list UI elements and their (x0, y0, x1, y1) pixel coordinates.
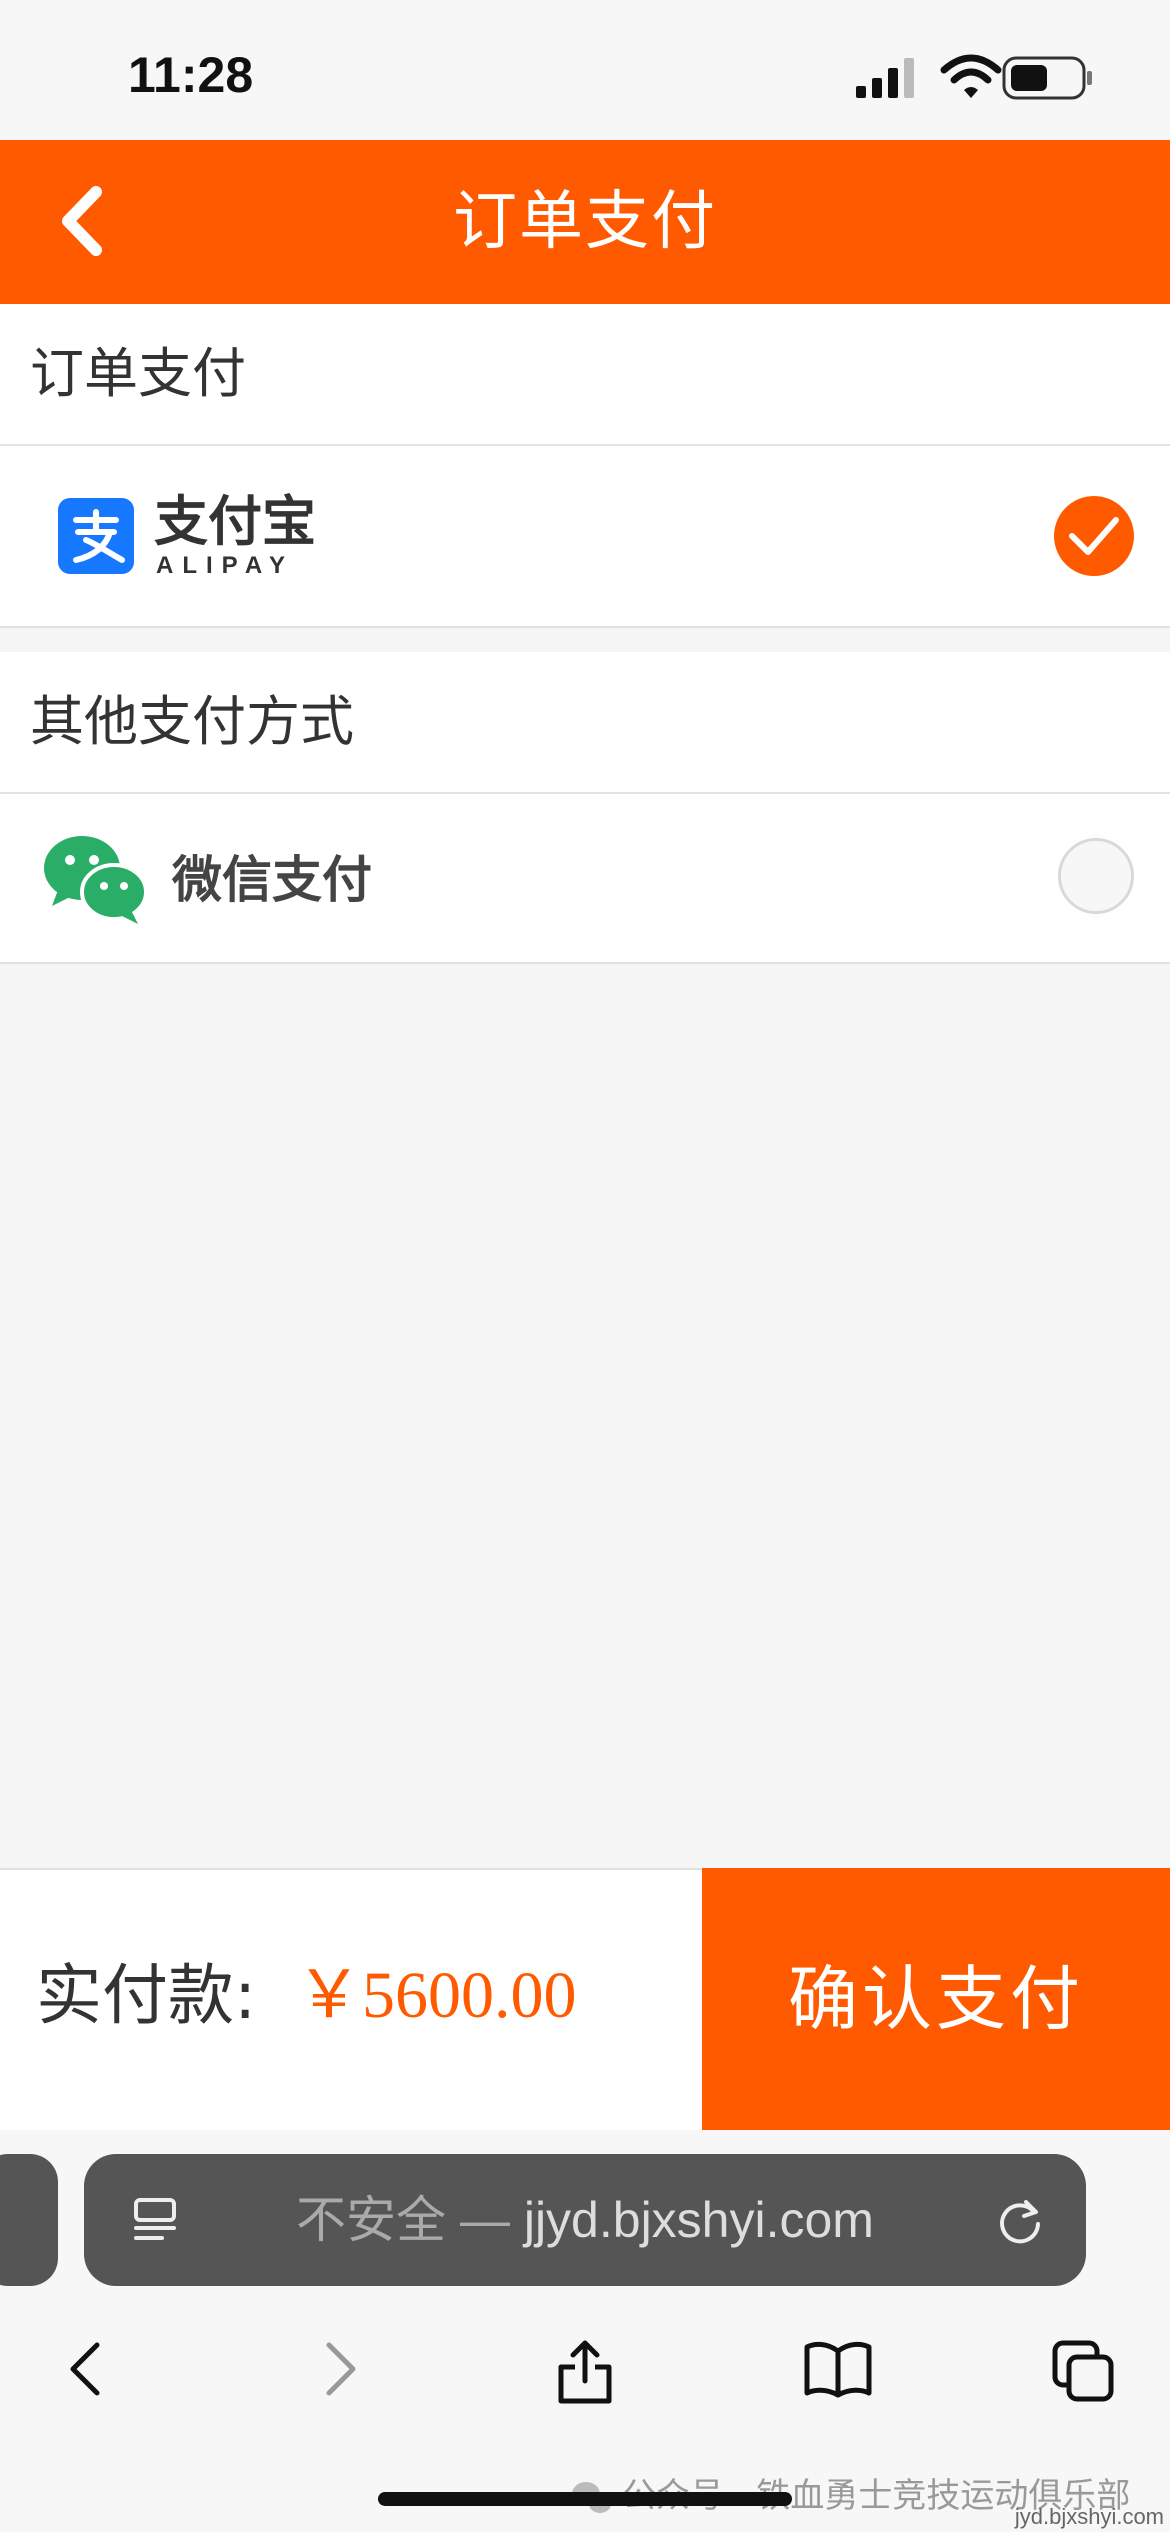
chevron-right-icon (326, 2342, 356, 2396)
bookmarks-button[interactable] (778, 2314, 888, 2424)
wechat-radio[interactable] (1058, 838, 1134, 914)
browser-toolbar (0, 2314, 1170, 2424)
checkout-bar: 实付款: ￥5600.00 确认支付 (0, 1868, 1170, 2130)
payment-option-wechat[interactable]: 微信支付 (0, 794, 1170, 964)
payment-option-alipay[interactable]: 支付宝 ALIPAY (0, 446, 1170, 628)
alipay-subtitle: ALIPAY (156, 552, 295, 579)
chevron-left-icon (62, 186, 102, 256)
alipay-selected-check[interactable] (1054, 496, 1134, 576)
share-button[interactable] (530, 2314, 640, 2424)
back-button[interactable] (30, 166, 140, 276)
previous-tab-peek[interactable] (0, 2154, 58, 2286)
nav-bar: 订单支付 (0, 140, 1170, 304)
section-header-primary: 订单支付 (0, 304, 1170, 446)
wechat-logo-icon (44, 836, 148, 924)
status-time: 11:28 (128, 47, 254, 103)
share-icon (558, 2340, 612, 2404)
chevron-left-icon (70, 2342, 100, 2396)
status-bar: 11:28 (0, 0, 1170, 140)
section-header-other: 其他支付方式 (0, 652, 1170, 794)
tabs-button[interactable] (1026, 2314, 1136, 2424)
alipay-name: 支付宝 (154, 490, 316, 553)
wechat-name: 微信支付 (172, 851, 372, 909)
book-icon (804, 2341, 872, 2398)
wifi-icon (940, 54, 1002, 98)
url-host: jjyd.bjxshyi.com (523, 2192, 874, 2248)
tabs-icon (1052, 2340, 1114, 2402)
reload-icon[interactable] (994, 2194, 1046, 2246)
url-display: 不安全 — jjyd.bjxshyi.com (84, 2154, 1086, 2286)
footer-site: jyd.bjxshyi.com (1014, 2504, 1164, 2529)
browser-back-button[interactable] (32, 2314, 142, 2424)
cellular-signal-icon (856, 58, 914, 98)
checkmark-icon (1069, 517, 1119, 555)
total-amount: ￥5600.00 (296, 1959, 577, 2032)
home-indicator (378, 2492, 792, 2506)
address-bar[interactable]: 不安全 — jjyd.bjxshyi.com (84, 2154, 1086, 2286)
alipay-logo-icon (58, 498, 134, 574)
battery-icon (1002, 56, 1092, 100)
browser-chrome: 不安全 — jjyd.bjxshyi.com 公众号 · 铁血勇士竞技运动俱乐部… (0, 2130, 1170, 2532)
browser-forward-button[interactable] (284, 2314, 394, 2424)
security-warning: 不安全 — (296, 2192, 524, 2248)
confirm-payment-button[interactable]: 确认支付 (702, 1868, 1170, 2130)
page-title: 订单支付 (453, 185, 717, 259)
total-label: 实付款: (36, 1957, 257, 2034)
